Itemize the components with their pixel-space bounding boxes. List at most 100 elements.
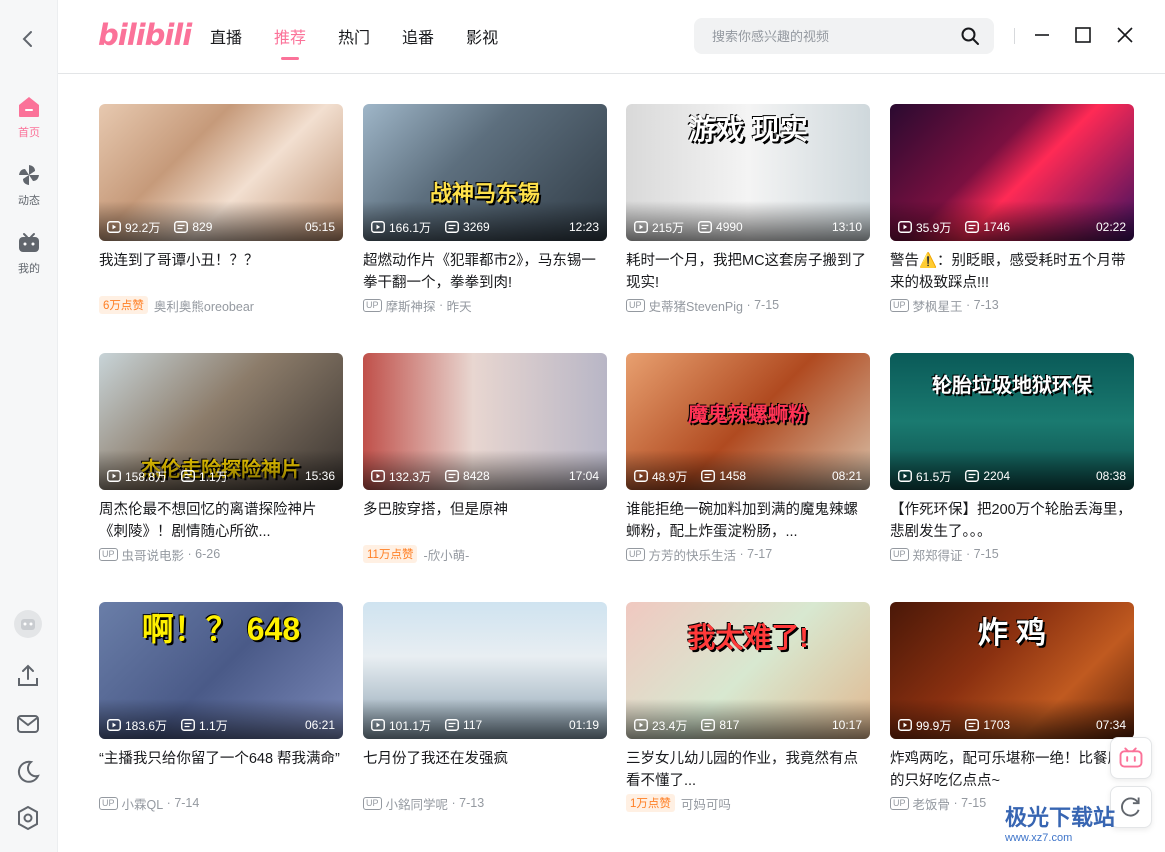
video-meta: UP 郑郑得证 · 7-15 [890,545,999,564]
video-title[interactable]: 周杰伦最不想回忆的离谱探险神片《刺陵》！剧情随心所欲... [99,499,343,543]
author-name[interactable]: 梦枫星王 [913,296,963,315]
danmaku-icon [181,719,195,731]
video-title[interactable]: 三岁女儿幼儿园的作业，我竟然有点看不懂了... [626,748,870,792]
video-card[interactable]: 92.2万 829 05:15 我连到了哥谭小丑！？？ 6万点赞 奥利奥熊oreobear [99,104,343,334]
video-card[interactable]: 101.1万 117 01:19 七月份了我还在发强疯 UP 小銘同学呢 · 7-13 [363,602,607,832]
thumbnail-caption: 轮胎垃圾地狱环保 [932,375,1092,397]
back-arrow-icon[interactable] [17,28,39,50]
author-name[interactable]: 郑郑得证 [913,545,963,564]
author-name[interactable]: 可妈可吗 [681,794,731,813]
video-thumbnail[interactable]: 101.1万 117 01:19 [363,602,607,739]
video-meta: 6万点赞 奥利奥熊oreobear [99,296,254,315]
danmaku-icon [445,719,459,731]
video-card[interactable]: 炸 鸡 99.9万 1703 07:34 炸鸡两吃，配可乐堪称一绝！比餐厅的只好吃亿点点… [890,602,1134,832]
video-thumbnail[interactable]: 游戏 现实 215万 4990 13:10 [626,104,870,241]
video-card[interactable]: 战神马东锡 166.1万 3269 12:23 超燃动作片《犯罪都市2》，马东锡一拳干翻… [363,104,607,334]
video-card[interactable]: 35.9万 1746 02:22 警告⚠️：别眨眼，感受耗时五个月带来的极致踩点!!!… [890,104,1134,334]
danmaku-count: 829 [174,220,212,234]
danmaku-count: 4990 [698,220,743,234]
video-thumbnail[interactable]: 轮胎垃圾地狱环保 61.5万 2204 08:38 [890,353,1134,490]
video-thumbnail[interactable]: 战神马东锡 166.1万 3269 12:23 [363,104,607,241]
play-count-icon [898,470,912,482]
video-stats: 99.9万 1703 07:34 [898,717,1126,733]
author-name[interactable]: -欣小萌- [423,545,469,564]
author-name[interactable]: 小霖QL [122,794,164,813]
video-thumbnail[interactable]: 92.2万 829 05:15 [99,104,343,241]
video-stats: 101.1万 117 01:19 [371,717,599,733]
message-icon[interactable] [14,710,42,738]
video-stats: 158.8万 1.1万 15:36 [107,468,335,484]
video-card[interactable]: 我太难了! 23.4万 817 10:17 三岁女儿幼儿园的作业，我竟然有点看不懂了..… [626,602,870,832]
video-stats: 35.9万 1746 02:22 [898,219,1126,235]
author-name[interactable]: 方芳的快乐生活 [649,545,737,564]
tab-anime[interactable]: 追番 [402,24,434,60]
tab-movies[interactable]: 影视 [466,24,498,60]
avatar[interactable] [14,610,42,638]
video-thumbnail[interactable]: 魔鬼辣螺蛳粉 48.9万 1458 08:21 [626,353,870,490]
video-title[interactable]: 耗时一个月，我把MC这套房子搬到了现实! [626,250,870,294]
meta-separator: · [163,796,175,810]
danmaku-count: 8428 [445,469,490,483]
search-input[interactable] [694,18,944,54]
play-count-icon [107,719,121,731]
video-thumbnail[interactable]: 132.3万 8428 17:04 [363,353,607,490]
video-stats: 48.9万 1458 08:21 [634,468,862,484]
video-card[interactable]: 132.3万 8428 17:04 多巴胺穿搭，但是原神 11万点赞 -欣小萌- [363,353,607,583]
video-title[interactable]: 超燃动作片《犯罪都市2》，马东锡一拳干翻一个，拳拳到肉! [363,250,607,294]
close-icon[interactable] [1115,25,1135,45]
up-badge-icon: UP [890,298,909,312]
search-icon[interactable] [960,26,980,46]
video-stats: 61.5万 2204 08:38 [898,468,1126,484]
author-name[interactable]: 摩斯神探 [386,296,436,315]
author-name[interactable]: 小銘同学呢 [386,794,449,813]
video-title[interactable]: 警告⚠️：别眨眼，感受耗时五个月带来的极致踩点!!! [890,250,1134,294]
danmaku-count: 1746 [965,220,1010,234]
publish-date: 7-13 [973,298,999,312]
refresh-icon [1121,797,1140,817]
video-card[interactable]: 游戏 现实 215万 4990 13:10 耗时一个月，我把MC这套房子搬到了现实! UP… [626,104,870,334]
sidebar-item-home[interactable]: 首页 [0,94,58,154]
video-thumbnail[interactable]: 杰伦走险探险神片158.8万1.1万15:36 [99,353,343,490]
video-duration: 01:19 [568,718,599,732]
minimize-icon[interactable] [1032,25,1052,45]
up-badge-icon: UP [890,547,909,561]
video-card[interactable]: 轮胎垃圾地狱环保 61.5万 2204 08:38 【作死环保】把200万个轮胎丢海里，… [890,353,1134,583]
refresh-float-button[interactable] [1110,786,1152,828]
bilibili-logo[interactable]: bilibili [98,18,192,52]
video-title[interactable]: 七月份了我还在发强疯 [363,748,607,792]
video-title[interactable]: 谁能拒绝一碗加料加到满的魔鬼辣螺蛳粉，配上炸蛋淀粉肠，... [626,499,870,543]
video-title[interactable]: 我连到了哥谭小丑！？？ [99,250,343,294]
video-title[interactable]: 多巴胺穿搭，但是原神 [363,499,607,543]
tab-live[interactable]: 直播 [210,24,242,60]
sidebar-item-feed[interactable]: 动态 [0,162,58,222]
author-name[interactable]: 奥利奥熊oreobear [154,296,254,315]
view-count: 215万 [634,219,684,236]
author-name[interactable]: 老饭骨 [913,794,951,813]
tab-recommend[interactable]: 推荐 [274,24,306,60]
sidebar-item-label: 我的 [18,263,40,275]
publish-date: 7-15 [961,796,987,810]
author-name[interactable]: 虫哥说电影 [122,545,185,564]
video-thumbnail[interactable]: 35.9万 1746 02:22 [890,104,1134,241]
video-thumbnail[interactable]: 炸 鸡 99.9万 1703 07:34 [890,602,1134,739]
video-card[interactable]: 杰伦走险探险神片158.8万1.1万15:36 周杰伦最不想回忆的离谱探险神片《刺… [99,353,343,583]
view-count: 166.1万 [371,219,431,236]
tv-icon [19,233,39,252]
video-title[interactable]: 【作死环保】把200万个轮胎丢海里，悲剧发生了。。。 [890,499,1134,543]
live-float-button[interactable] [1110,737,1152,779]
sidebar-item-mine[interactable]: 我的 [0,230,58,290]
settings-icon[interactable] [14,804,42,832]
maximize-icon[interactable] [1073,25,1093,45]
video-title[interactable]: “主播我只给你留了一个648 帮我满命” [99,748,343,792]
video-thumbnail[interactable]: 我太难了! 23.4万 817 10:17 [626,602,870,739]
tab-hot[interactable]: 热门 [338,24,370,60]
moon-icon[interactable] [14,758,42,786]
video-card[interactable]: 啊！？ 648 183.6万 1.1万 06:21 “主播我只给你留了一个648 帮我满… [99,602,343,832]
video-stats: 166.1万 3269 12:23 [371,219,599,235]
video-card[interactable]: 魔鬼辣螺蛳粉 48.9万 1458 08:21 谁能拒绝一碗加料加到满的魔鬼辣螺蛳粉，配… [626,353,870,583]
video-title[interactable]: 炸鸡两吃，配可乐堪称一绝！比餐厅的只好吃亿点点~ [890,748,1134,792]
danmaku-count: 3269 [445,220,490,234]
video-thumbnail[interactable]: 啊！？ 648 183.6万 1.1万 06:21 [99,602,343,739]
upload-icon[interactable] [14,662,42,690]
author-name[interactable]: 史蒂猪StevenPig [649,296,743,315]
